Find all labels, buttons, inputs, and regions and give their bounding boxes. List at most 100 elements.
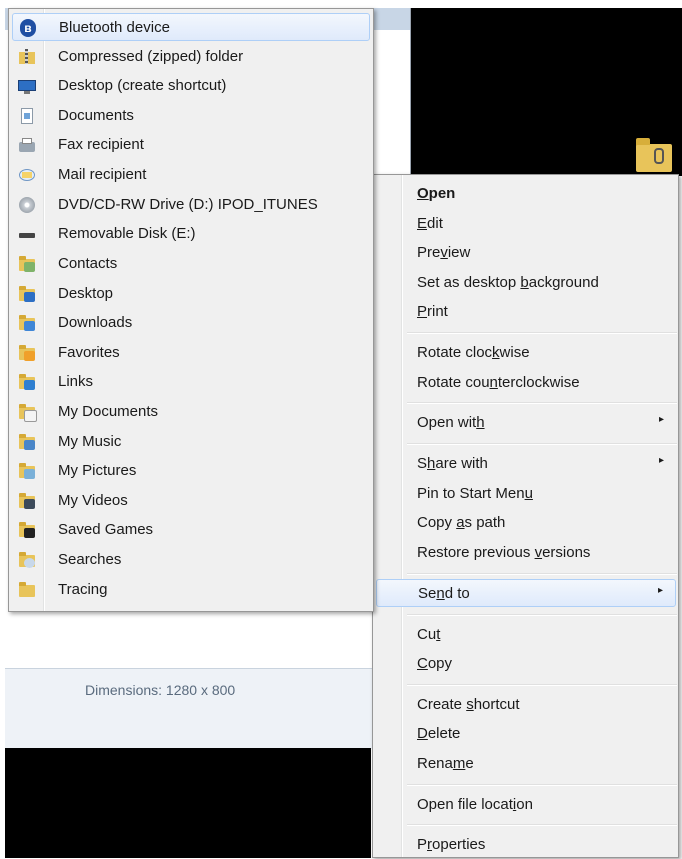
menu-item-label: Set as desktop background — [417, 274, 599, 291]
menu-item-label: Share with — [417, 455, 488, 472]
menu-item-label: Rename — [417, 755, 474, 772]
locked-folder-icon — [634, 136, 674, 174]
send-to-submenu: ʙ Bluetooth device Compressed (zipped) fo… — [8, 8, 374, 612]
submenu-arrow-icon: ▸ — [658, 414, 664, 425]
menu-item-label: Edit — [417, 215, 443, 232]
menu-item-send-to[interactable]: Send to ▸ — [376, 579, 676, 607]
menu-item-share-with[interactable]: Share with ▸ — [376, 450, 676, 478]
send-to-saved-games[interactable]: Saved Games — [12, 516, 370, 544]
submenu-arrow-icon: ▸ — [657, 585, 663, 596]
menu-item-preview[interactable]: Preview — [376, 239, 676, 267]
searches-folder-icon — [18, 551, 36, 569]
my-documents-folder-icon — [18, 403, 37, 422]
context-menu: Open Edit Preview Set as desktop backgro… — [372, 174, 679, 858]
menu-item-label: Open — [417, 185, 456, 202]
menu-item-label: Cut — [417, 626, 441, 643]
menu-item-label: DVD/CD-RW Drive (D:) IPOD_ITUNES — [58, 196, 318, 213]
send-to-my-music[interactable]: My Music — [12, 428, 370, 456]
menu-item-label: Create shortcut — [417, 696, 520, 713]
menu-item-label: Preview — [417, 244, 471, 261]
menu-item-rotate-clockwise[interactable]: Rotate clockwise — [376, 339, 676, 367]
menu-item-label: Restore previous versions — [417, 544, 591, 561]
send-to-links[interactable]: Links — [12, 368, 370, 396]
menu-item-set-desktop-background[interactable]: Set as desktop background — [376, 269, 676, 297]
menu-item-properties[interactable]: Properties — [376, 831, 676, 859]
menu-separator — [407, 784, 677, 786]
menu-item-label: My Documents — [58, 403, 159, 420]
submenu-arrow-icon: ▸ — [658, 455, 664, 466]
my-music-folder-icon — [18, 433, 36, 451]
menu-separator — [407, 614, 677, 616]
menu-item-create-shortcut[interactable]: Create shortcut — [376, 691, 676, 719]
menu-item-label: Copy — [417, 655, 453, 672]
zip-folder-icon — [18, 48, 36, 66]
menu-separator — [407, 443, 677, 445]
send-to-my-pictures[interactable]: My Pictures — [12, 457, 370, 485]
send-to-fax-recipient[interactable]: Fax recipient — [12, 131, 370, 159]
my-pictures-folder-icon — [18, 462, 36, 480]
menu-item-rename[interactable]: Rename — [376, 750, 676, 778]
send-to-desktop-shortcut[interactable]: Desktop (create shortcut) — [12, 72, 370, 100]
menu-item-delete[interactable]: Delete — [376, 720, 676, 748]
downloads-folder-icon — [18, 314, 36, 332]
menu-item-label: Delete — [417, 725, 461, 742]
menu-item-label: Saved Games — [58, 521, 154, 538]
bluetooth-icon: ʙ — [19, 19, 37, 37]
menu-item-label: Links — [58, 373, 94, 390]
send-to-my-videos[interactable]: My Videos — [12, 487, 370, 515]
menu-item-label: Pin to Start Menu — [417, 485, 533, 502]
send-to-mail-recipient[interactable]: Mail recipient — [12, 161, 370, 189]
menu-item-pin-to-start-menu[interactable]: Pin to Start Menu — [376, 480, 676, 508]
send-to-desktop-folder[interactable]: Desktop — [12, 280, 370, 308]
menu-item-open[interactable]: Open — [376, 180, 676, 208]
menu-item-label: My Music — [58, 433, 122, 450]
document-icon — [18, 107, 36, 125]
send-to-dvd-drive[interactable]: DVD/CD-RW Drive (D:) IPOD_ITUNES — [12, 191, 370, 219]
tracing-folder-icon — [18, 581, 36, 599]
menu-item-label: Properties — [417, 836, 486, 853]
send-to-downloads[interactable]: Downloads — [12, 309, 370, 337]
menu-item-cut[interactable]: Cut — [376, 621, 676, 649]
menu-item-copy[interactable]: Copy — [376, 650, 676, 678]
menu-item-label: Fax recipient — [58, 136, 144, 153]
menu-item-copy-as-path[interactable]: Copy as path — [376, 509, 676, 537]
desktop-folder-icon — [18, 285, 36, 303]
menu-item-label: Favorites — [58, 344, 120, 361]
send-to-tracing[interactable]: Tracing — [12, 576, 370, 604]
menu-item-label: Mail recipient — [58, 166, 147, 183]
send-to-contacts[interactable]: Contacts — [12, 250, 370, 278]
menu-item-label: Desktop (create shortcut) — [58, 77, 227, 94]
menu-item-label: Send to — [418, 585, 470, 602]
send-to-bluetooth-device[interactable]: ʙ Bluetooth device — [12, 13, 370, 41]
menu-item-restore-previous-versions[interactable]: Restore previous versions — [376, 539, 676, 567]
menu-item-label: My Pictures — [58, 462, 137, 479]
saved-games-folder-icon — [18, 521, 36, 539]
favorites-folder-icon — [18, 344, 36, 362]
menu-item-print[interactable]: Print — [376, 298, 676, 326]
send-to-favorites[interactable]: Favorites — [12, 339, 370, 367]
menu-item-label: Open with — [417, 414, 485, 431]
removable-disk-icon — [18, 225, 36, 243]
fax-icon — [18, 136, 36, 154]
menu-item-open-file-location[interactable]: Open file location — [376, 791, 676, 819]
menu-item-open-with[interactable]: Open with ▸ — [376, 409, 676, 437]
contacts-folder-icon — [18, 255, 36, 273]
my-videos-folder-icon — [18, 492, 36, 510]
menu-item-label: Searches — [58, 551, 122, 568]
details-pane — [5, 668, 410, 749]
send-to-searches[interactable]: Searches — [12, 546, 370, 574]
send-to-documents[interactable]: Documents — [12, 102, 370, 130]
menu-item-label: My Videos — [58, 492, 128, 509]
menu-separator — [407, 402, 677, 404]
background-desktop-bottom — [5, 748, 371, 858]
menu-item-label: Open file location — [417, 796, 533, 813]
send-to-my-documents[interactable]: My Documents — [12, 398, 370, 426]
menu-item-edit[interactable]: Edit — [376, 210, 676, 238]
send-to-compressed-folder[interactable]: Compressed (zipped) folder — [12, 43, 370, 71]
menu-item-rotate-counterclockwise[interactable]: Rotate counterclockwise — [376, 369, 676, 397]
menu-item-label: Documents — [58, 107, 134, 124]
menu-item-label: Compressed (zipped) folder — [58, 48, 244, 65]
menu-separator — [407, 573, 677, 575]
send-to-removable-disk[interactable]: Removable Disk (E:) — [12, 220, 370, 248]
dvd-drive-icon — [18, 196, 36, 214]
